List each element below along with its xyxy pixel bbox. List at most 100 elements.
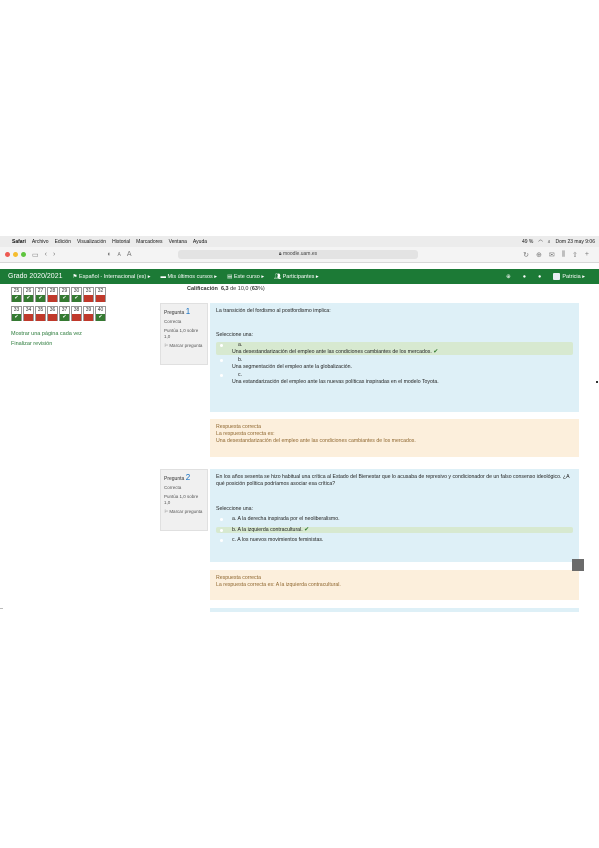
answer-option[interactable]: c. Una estandarización del empleo ante l…	[216, 372, 573, 385]
select-one-label: Seleccione una:	[216, 506, 253, 512]
mail-icon[interactable]: ✉	[549, 251, 555, 259]
quiz-nav-number: 26	[25, 288, 32, 294]
quiz-nav-button[interactable]: 27 ✔	[35, 287, 46, 302]
nav-language[interactable]: ⚑ Español - Internacional (es) ▸	[73, 274, 151, 280]
privacy-icon[interactable]: ◐	[107, 251, 111, 258]
quiz-nav-button[interactable]: 35	[35, 306, 46, 321]
menu-edicion[interactable]: Edición	[55, 239, 71, 245]
quiz-nav-number: 39	[85, 307, 92, 313]
option-text: A la derecha inspirada por el neoliberal…	[237, 516, 340, 522]
download-icon[interactable]: ⊕	[536, 251, 542, 259]
question-feedback: Respuesta correcta La respuesta correcta…	[210, 419, 579, 457]
new-tab-icon[interactable]: +	[585, 251, 589, 258]
show-one-page-link[interactable]: Mostrar una página cada vez	[11, 331, 82, 337]
messages-icon[interactable]: ●	[538, 274, 541, 280]
quiz-nav-button[interactable]: 26 ✔	[23, 287, 34, 302]
quiz-nav-button[interactable]: 40 ✔	[95, 306, 106, 321]
battery-level[interactable]: 49 %	[522, 239, 533, 245]
menu-visualizacion[interactable]: Visualización	[77, 239, 106, 245]
share-icon[interactable]: ⇧	[572, 251, 578, 259]
nav-recent-courses[interactable]: ▬ Mis últimos cursos ▸	[161, 274, 218, 280]
nav-this-course[interactable]: ▤ Este curso ▸	[227, 274, 264, 280]
address-bar[interactable]: 🔒︎ moodle.uam.es	[178, 250, 418, 259]
feedback-answer: Una desestandarización del empleo ante l…	[216, 438, 416, 444]
answer-option[interactable]: c. A los nuevos movimientos feministas.	[216, 537, 573, 544]
quiz-nav-button[interactable]: 39	[83, 306, 94, 321]
user-menu[interactable]: Patricia ▸	[553, 273, 585, 280]
flag-icon: ⚐	[164, 343, 169, 348]
radio-button[interactable]	[220, 344, 223, 347]
correct-mark-icon: ✔	[12, 314, 21, 321]
back-icon[interactable]: ‹	[45, 251, 47, 258]
quiz-nav-button[interactable]: 25 ✔	[11, 287, 22, 302]
answer-option[interactable]: b. Una segmentación del empleo ante la g…	[216, 357, 573, 370]
answer-option[interactable]: a. A la derecha inspirada por el neolibe…	[216, 516, 573, 523]
answer-option[interactable]: b. A la izquierda contracultural. ✔	[216, 526, 573, 533]
next-question-formulation	[210, 608, 579, 612]
quiz-nav-number: 32	[97, 288, 104, 294]
quiz-nav-button[interactable]: 38	[71, 306, 82, 321]
menu-safari[interactable]: Safari	[12, 239, 26, 245]
quiz-nav-row: 33 ✔ 34 35 36 37 ✔ 38 39 40 ✔	[11, 306, 131, 321]
question-status: Correcta	[164, 319, 182, 324]
quiz-nav-row: 25 ✔ 26 ✔ 27 ✔ 28 29 ✔ 30 ✔ 31 32	[11, 287, 131, 302]
incorrect-mark-icon	[48, 295, 57, 302]
question-number: 1	[185, 307, 191, 316]
radio-button[interactable]	[220, 359, 223, 362]
sidebar-icon[interactable]: ▭	[32, 251, 39, 259]
quiz-nav-button[interactable]: 31	[83, 287, 94, 302]
site-brand[interactable]: Grado 2020/2021	[8, 273, 63, 280]
zoom-window-icon[interactable]	[21, 252, 26, 257]
quiz-nav-button[interactable]: 34	[23, 306, 34, 321]
quiz-nav-button[interactable]: 32	[95, 287, 106, 302]
zoom-in-button[interactable]: A	[127, 251, 132, 258]
url-text: moodle.uam.es	[282, 251, 318, 257]
wifi-icon[interactable]: ◠	[538, 239, 542, 245]
quiz-nav-number: 33	[13, 307, 20, 313]
radio-button[interactable]	[220, 539, 223, 542]
nav-participants[interactable]: 👥︎ Participantes ▸	[274, 274, 319, 280]
close-window-icon[interactable]	[5, 252, 10, 257]
nav-language-label: Español - Internacional (es) ▸	[78, 273, 151, 280]
question-feedback: Respuesta correcta La respuesta correcta…	[210, 570, 579, 600]
menu-archivo[interactable]: Archivo	[32, 239, 49, 245]
radio-button[interactable]	[220, 374, 223, 377]
finish-review-link[interactable]: Finalizar revisión	[11, 341, 52, 347]
clock-text[interactable]: Dom 23 may 9:06	[556, 239, 595, 245]
menu-ventana[interactable]: Ventana	[169, 239, 187, 245]
option-text: Una desestandarización del empleo ante l…	[232, 348, 432, 355]
menu-marcadores[interactable]: Marcadores	[136, 239, 162, 245]
quiz-nav-number: 34	[25, 307, 32, 313]
question-label: Pregunta	[164, 310, 185, 316]
scroll-to-top-button[interactable]	[572, 559, 584, 571]
answer-option[interactable]: a. Una desestandarización del empleo ant…	[216, 342, 573, 355]
quiz-nav-button[interactable]: 30 ✔	[71, 287, 82, 302]
screenshot: Safari Archivo Edición Visualización His…	[0, 236, 599, 612]
quiz-nav-button[interactable]: 29 ✔	[59, 287, 70, 302]
incorrect-mark-icon	[96, 295, 105, 302]
reload-icon[interactable]: ↻	[523, 251, 529, 259]
quiz-nav-button[interactable]: 33 ✔	[11, 306, 22, 321]
zoom-out-button[interactable]: A	[118, 252, 121, 258]
flag-question-link[interactable]: ⚐ Marcar pregunta	[164, 343, 204, 349]
feedback-label: La respuesta correcta es:	[216, 431, 275, 437]
quiz-navigation: 25 ✔ 26 ✔ 27 ✔ 28 29 ✔ 30 ✔ 31 32 33 ✔ 34 35 36 37 ✔ 38 39 40…	[11, 287, 131, 325]
minimize-window-icon[interactable]	[13, 252, 18, 257]
reader-icon[interactable]: ⫼	[562, 251, 565, 259]
forward-icon[interactable]: ›	[53, 251, 55, 258]
notifications-icon[interactable]: ●	[523, 274, 526, 280]
question-info: Pregunta 1 Correcta Puntúa 1,0 sobre 1,0…	[160, 303, 208, 365]
quiz-nav-button[interactable]: 36	[47, 306, 58, 321]
accessibility-icon[interactable]: ⊕	[506, 274, 511, 280]
crop-mark	[596, 381, 598, 383]
question-formulation: En los años sesenta se hizo habitual una…	[210, 469, 579, 562]
menu-ayuda[interactable]: Ayuda	[193, 239, 207, 245]
flag-question-link[interactable]: ⚐ Marcar pregunta	[164, 509, 204, 515]
menu-historial[interactable]: Historial	[112, 239, 130, 245]
radio-button[interactable]	[220, 518, 223, 521]
browser-toolbar: ▭ ‹ › ◐ A A 🔒︎ moodle.uam.es ↻ ⊕ ✉ ⫼ ⇧ +	[0, 247, 599, 263]
quiz-nav-button[interactable]: 28	[47, 287, 58, 302]
search-icon[interactable]: ⌕	[548, 239, 551, 245]
quiz-nav-button[interactable]: 37 ✔	[59, 306, 70, 321]
radio-button[interactable]	[220, 528, 223, 532]
